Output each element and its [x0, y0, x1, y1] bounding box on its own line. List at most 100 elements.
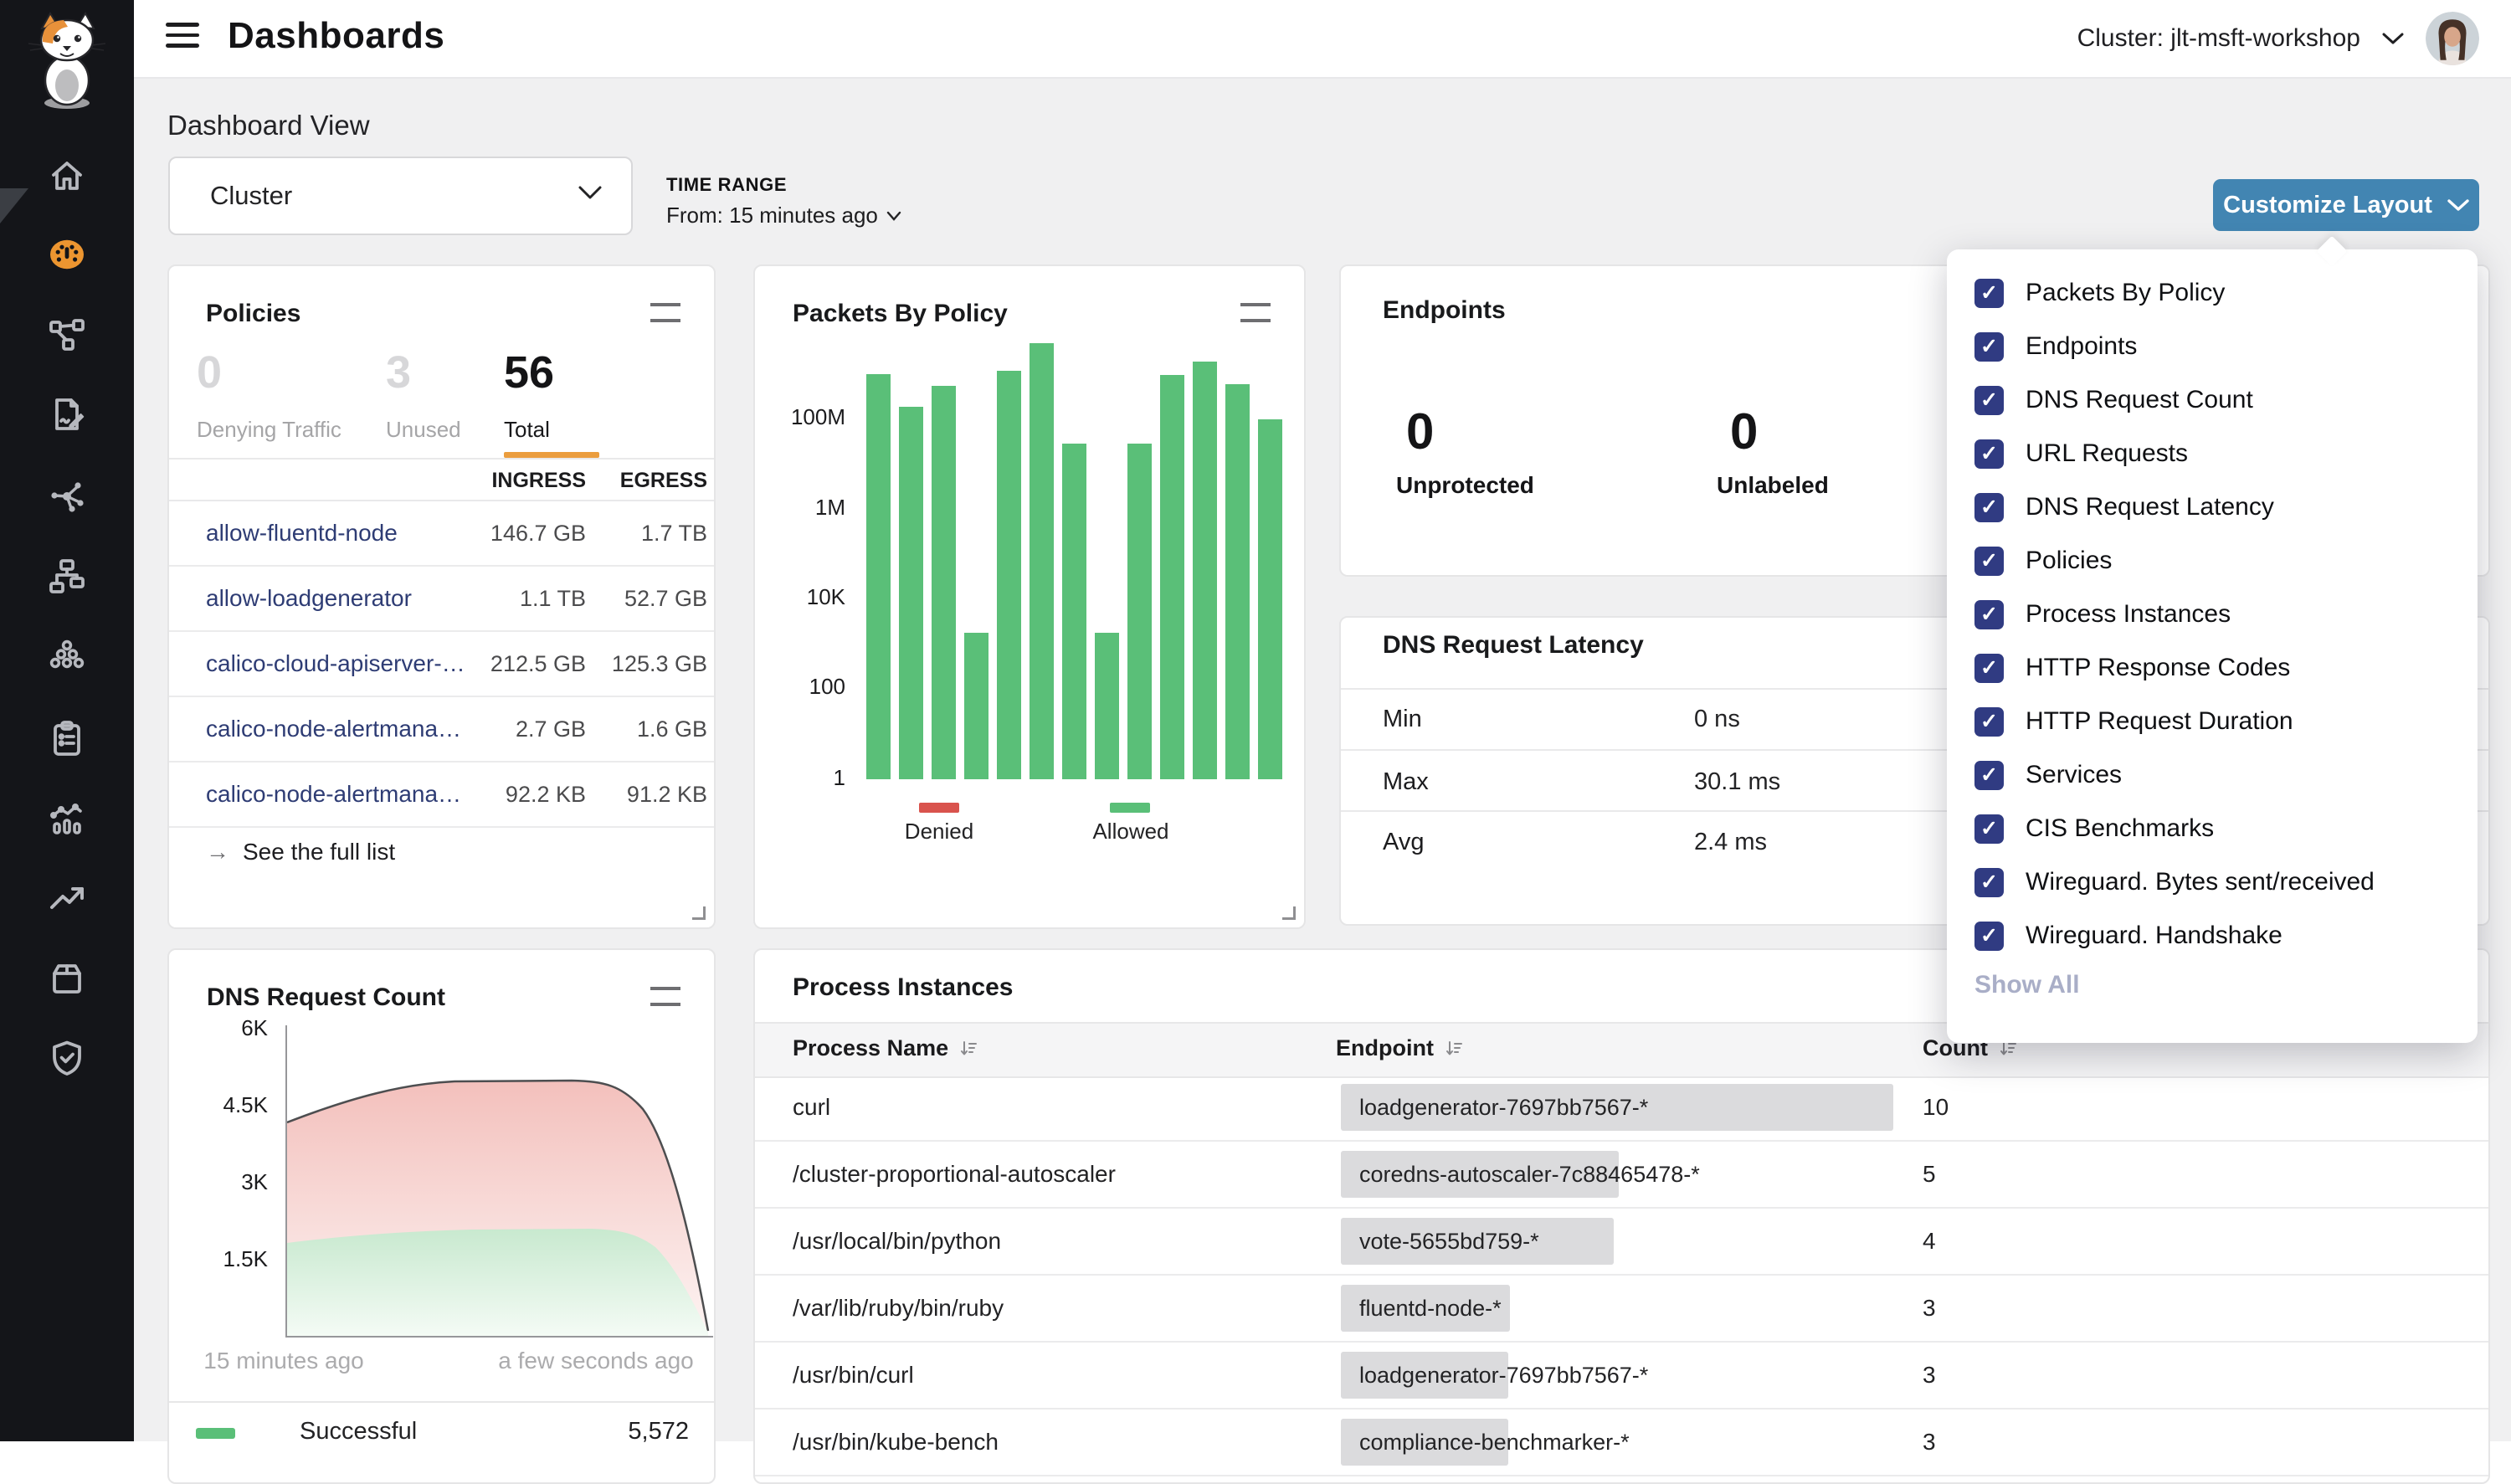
egress-value: 1.6 GB — [637, 716, 707, 742]
menu-item[interactable]: ✓Policies — [1947, 534, 2478, 588]
checkbox-checked-icon[interactable]: ✓ — [1974, 868, 2004, 897]
policy-link[interactable]: calico-cloud-apiserver-… — [206, 650, 465, 677]
menu-item-label: Process Instances — [2026, 600, 2231, 629]
image-assurance-icon[interactable] — [47, 958, 87, 999]
checkbox-checked-icon[interactable]: ✓ — [1974, 654, 2004, 683]
flow-visualizations-icon[interactable] — [47, 315, 87, 355]
bar-allowed — [1030, 343, 1054, 779]
menu-item[interactable]: ✓ DNS Request Count — [1947, 373, 2478, 427]
bar-allowed — [964, 633, 988, 779]
network-topology-icon[interactable] — [47, 557, 87, 597]
activity-icon[interactable] — [47, 878, 87, 918]
y-tick: 1M — [755, 495, 845, 521]
endpoint-chip: vote-5655bd759-* — [1341, 1218, 1614, 1265]
checkbox-checked-icon[interactable]: ✓ — [1974, 600, 2004, 629]
checkbox-checked-icon[interactable]: ✓ — [1974, 386, 2004, 415]
time-range-value[interactable]: From: 15 minutes ago — [666, 203, 901, 229]
menu-item-label: Wireguard. Handshake — [2026, 922, 2282, 950]
checkbox-checked-icon[interactable]: ✓ — [1974, 493, 2004, 522]
count-value: 3 — [1923, 1295, 1936, 1322]
stat-total[interactable]: 56 Total — [504, 350, 554, 443]
endpoint-value: compliance-benchmarker-* — [1359, 1430, 1630, 1456]
count-value: 10 — [1923, 1094, 1949, 1121]
menu-item[interactable]: ✓ URL Requests — [1947, 427, 2478, 480]
menu-item[interactable]: ✓Endpoints — [1947, 320, 2478, 373]
chevron-down-icon — [578, 185, 603, 200]
drag-handle-icon[interactable] — [650, 303, 680, 322]
policies-icon[interactable] — [47, 394, 87, 434]
menu-item[interactable]: ✓Packets By Policy — [1947, 266, 2478, 320]
menu-item[interactable]: ✓DNS Request Latency — [1947, 480, 2478, 534]
checkbox-checked-icon[interactable]: ✓ — [1974, 922, 2004, 951]
menu-item[interactable]: ✓ Process Instances — [1947, 588, 2478, 641]
avatar[interactable] — [2426, 12, 2479, 65]
dashboards-icon[interactable] — [47, 234, 87, 275]
cluster-selector[interactable]: Cluster: jlt-msft-workshop — [2077, 24, 2360, 53]
latency-row-value: 0 ns — [1694, 706, 1740, 733]
card-title: Endpoints — [1383, 296, 1506, 325]
sort-icon[interactable] — [958, 1039, 978, 1059]
card-title: Policies — [206, 300, 300, 328]
checkbox-checked-icon[interactable]: ✓ — [1974, 279, 2004, 308]
sort-icon[interactable] — [1444, 1039, 1464, 1059]
menu-item[interactable]: ✓ Wireguard. Handshake — [1947, 909, 2478, 963]
resize-handle-icon[interactable] — [692, 906, 706, 920]
stat-unused[interactable]: 3 Unused — [386, 350, 461, 443]
column-header-endpoint[interactable]: Endpoint — [1336, 1035, 1464, 1061]
bar-allowed — [1193, 362, 1217, 779]
table-row: curl loadgenerator-7697bb7567-* 10 — [755, 1075, 2488, 1142]
process-name: /cluster-proportional-autoscaler — [793, 1161, 1116, 1188]
egress-value: 52.7 GB — [624, 586, 707, 612]
calico-cat-logo[interactable] — [17, 8, 117, 112]
column-header-process-name[interactable]: Process Name — [793, 1035, 978, 1061]
customize-layout-button[interactable]: Customize Layout — [2213, 179, 2479, 231]
menu-item-label: DNS Request Count — [2026, 386, 2253, 414]
see-full-list-link[interactable]: → See the full list — [206, 839, 395, 865]
checkbox-checked-icon[interactable]: ✓ — [1974, 707, 2004, 737]
active-notch — [0, 188, 28, 223]
resize-handle-icon[interactable] — [1282, 906, 1296, 920]
checkbox-checked-icon[interactable]: ✓ — [1974, 814, 2004, 844]
managed-clusters-icon[interactable] — [47, 636, 87, 676]
menu-item[interactable]: ✓ HTTP Response Codes — [1947, 641, 2478, 695]
table-row: allow-loadgenerator1.1 TB52.7 GB — [169, 567, 714, 632]
endpoint-value: loadgenerator-7697bb7567-* — [1359, 1095, 1648, 1121]
time-range: TIME RANGE From: 15 minutes ago — [666, 174, 901, 229]
menu-item[interactable]: ✓HTTP Request Duration — [1947, 695, 2478, 748]
arrow-right-icon: → — [206, 839, 229, 865]
service-graph-icon[interactable] — [47, 476, 87, 516]
statistics-icon[interactable] — [47, 798, 87, 839]
drag-handle-icon[interactable] — [650, 987, 680, 1006]
compliance-reports-icon[interactable] — [47, 718, 87, 758]
legend-swatch-allowed — [1110, 803, 1150, 813]
stat-denying-traffic[interactable]: 0 Denying Traffic — [197, 350, 341, 443]
policy-link[interactable]: allow-loadgenerator — [206, 585, 412, 612]
drag-handle-icon[interactable] — [1240, 303, 1271, 322]
menu-item[interactable]: ✓Wireguard. Bytes sent/received — [1947, 855, 2478, 909]
endpoint-chip: loadgenerator-7697bb7567-* — [1341, 1084, 1893, 1131]
sidebar — [0, 0, 134, 1441]
menu-item-label: HTTP Response Codes — [2026, 654, 2290, 682]
show-all-link[interactable]: Show All — [1974, 971, 2080, 999]
dashboard-view-select[interactable]: Cluster — [168, 157, 633, 235]
legend-value: 5,572 — [628, 1418, 689, 1445]
policy-link[interactable]: calico-node-alertmana… — [206, 781, 461, 808]
checkbox-checked-icon[interactable]: ✓ — [1974, 332, 2004, 362]
bar-chart — [860, 343, 1299, 779]
checkbox-checked-icon[interactable]: ✓ — [1974, 547, 2004, 576]
bar-allowed — [1225, 384, 1250, 779]
endpoint-value: vote-5655bd759-* — [1359, 1229, 1539, 1255]
home-icon[interactable] — [47, 156, 87, 196]
y-tick: 6K — [169, 1015, 268, 1041]
latency-row-value: 30.1 ms — [1694, 768, 1780, 796]
menu-item[interactable]: ✓Services — [1947, 748, 2478, 802]
menu-icon[interactable] — [166, 23, 199, 51]
threat-defense-icon[interactable] — [47, 1038, 87, 1078]
process-name: curl — [793, 1094, 830, 1121]
policy-link[interactable]: calico-node-alertmana… — [206, 716, 461, 742]
menu-item[interactable]: ✓CIS Benchmarks — [1947, 802, 2478, 855]
policy-link[interactable]: allow-fluentd-node — [206, 520, 398, 547]
menu-item-label: URL Requests — [2026, 439, 2188, 468]
checkbox-checked-icon[interactable]: ✓ — [1974, 761, 2004, 790]
checkbox-checked-icon[interactable]: ✓ — [1974, 439, 2004, 469]
